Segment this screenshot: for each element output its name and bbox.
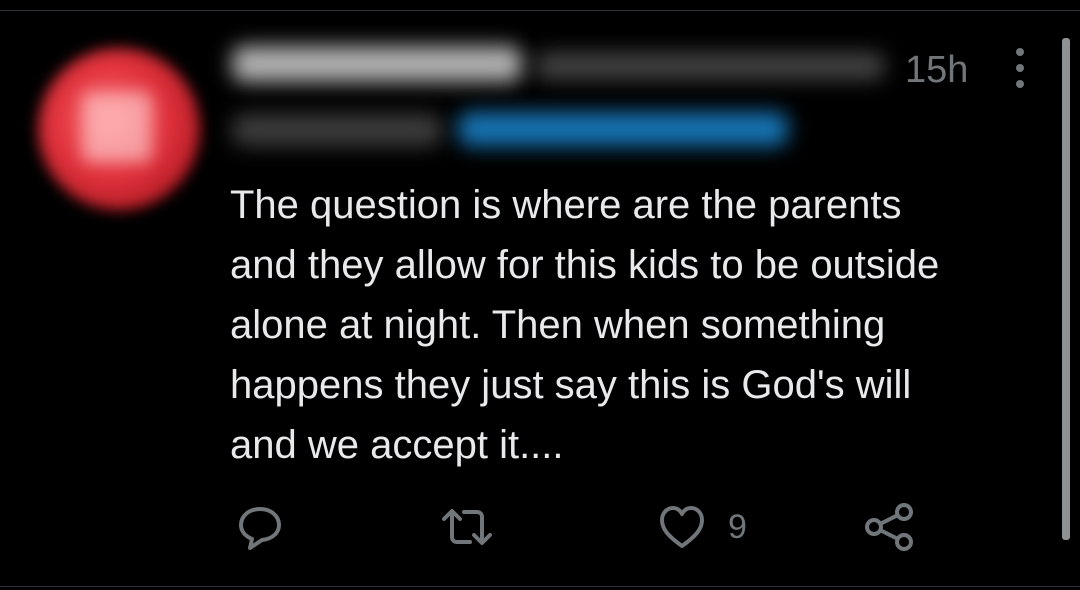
retweet-button[interactable] [440, 502, 494, 552]
heart-icon [660, 506, 704, 548]
tweet-timestamp[interactable]: 15h [905, 48, 968, 92]
like-count: 9 [728, 507, 747, 546]
reply-icon [239, 507, 281, 550]
top-divider [0, 10, 1080, 11]
replying-to-label-redacted [232, 114, 442, 146]
mention-link-redacted[interactable] [458, 112, 788, 146]
avatar-image-blurred [82, 92, 152, 162]
author-handle-redacted[interactable] [535, 52, 885, 80]
scrollbar[interactable] [1062, 38, 1070, 540]
bottom-divider [0, 586, 1080, 587]
share-icon [865, 503, 913, 551]
author-name-redacted[interactable] [232, 46, 522, 82]
more-vertical-icon[interactable] [1008, 46, 1032, 90]
reply-button[interactable] [236, 502, 284, 552]
tweet-text: The question is where are the parents an… [230, 183, 940, 467]
like-button[interactable]: 9 [658, 502, 747, 552]
share-button[interactable] [864, 502, 916, 552]
retweet-icon [442, 509, 492, 545]
